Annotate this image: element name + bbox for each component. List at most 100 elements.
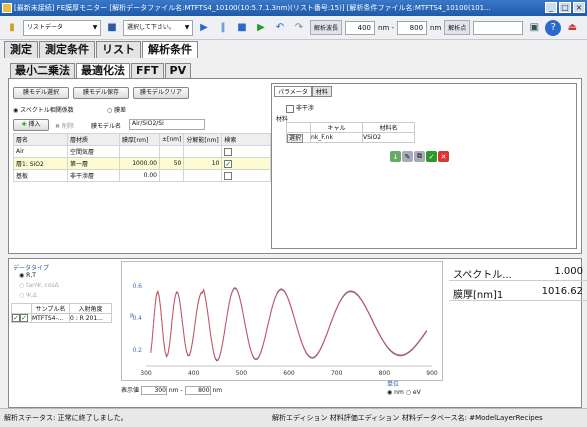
search-checkbox-cell[interactable]: ✓: [221, 157, 271, 170]
material-select-button[interactable]: 選択: [287, 134, 304, 143]
sample-name-cell[interactable]: MTFTS4-...: [31, 313, 70, 323]
tab-analysis-conditions[interactable]: 解析条件: [142, 41, 198, 58]
save-icon[interactable]: ■: [104, 20, 120, 36]
search-checkbox-cell[interactable]: [221, 145, 271, 158]
model-save-button[interactable]: 膜モデル保存: [73, 87, 129, 99]
download-icon[interactable]: ↓: [390, 151, 401, 162]
search-checkbox[interactable]: [224, 147, 233, 156]
result-row-spectrum: スペクトル... 1.000: [449, 263, 587, 281]
maximize-button[interactable]: □: [559, 2, 571, 13]
select-combo[interactable]: 選択して下さい。 ▼: [123, 19, 193, 36]
pause-icon[interactable]: ‖: [215, 20, 231, 36]
table-cell[interactable]: 空間気層: [67, 145, 120, 158]
model-name-label: 膜モデル名: [91, 123, 122, 130]
layer-grid: 層名 層材质 膜厚[nm] ±[nm] 分解能[nm] 検索 Air 空間気層 層1…: [13, 133, 271, 182]
material-file-cell[interactable]: nk_F.nk: [310, 132, 363, 143]
analysis-point-input[interactable]: [473, 20, 524, 35]
folder-icon[interactable]: ▮: [4, 20, 20, 36]
table-cell[interactable]: [158, 145, 185, 158]
table-cell[interactable]: Air: [13, 145, 68, 158]
table-cell[interactable]: 非干渉層: [67, 169, 120, 182]
model-name-field[interactable]: Air/SiO2/Si: [129, 119, 205, 130]
tab-measure-conditions[interactable]: 測定条件: [39, 41, 95, 58]
display-range-label: 表示値: [121, 387, 140, 394]
tab-measure[interactable]: 測定: [4, 41, 38, 58]
report-icon[interactable]: ▣: [526, 20, 542, 36]
table-row[interactable]: 層1: SiO2 第一層 1000.00 50 10 ✓: [13, 157, 271, 170]
radio-tanpsi[interactable]: ○ tanΨ, cosΔ: [19, 282, 59, 289]
insert-button[interactable]: ✚ 挿入: [13, 119, 49, 131]
app-icon: [2, 3, 12, 13]
material-name-cell[interactable]: VSiO2: [362, 132, 415, 143]
radio-psidelta[interactable]: ○ Ψ,Δ: [19, 292, 37, 299]
table-cell[interactable]: [183, 145, 223, 158]
table-row[interactable]: Air 空間気層: [13, 145, 271, 158]
wl-max-input[interactable]: 800: [397, 20, 428, 35]
tab-material[interactable]: 材料: [311, 86, 332, 97]
copy-icon[interactable]: ⧉: [414, 151, 425, 162]
unit-label: 単位: [387, 381, 400, 388]
wl-min-input[interactable]: 400: [345, 20, 376, 35]
delete-button[interactable]: ✖ 削除: [55, 121, 74, 130]
search-checkbox-cell[interactable]: [221, 169, 271, 182]
sample-checkbox[interactable]: ✓: [12, 314, 20, 322]
tab-fft[interactable]: FFT: [131, 63, 164, 78]
run-icon[interactable]: ▶: [253, 20, 269, 36]
y-tick-label: 0.6: [132, 283, 142, 290]
grid-header: ±[nm]: [158, 133, 185, 146]
radio-film[interactable]: ○ 膜差: [107, 105, 126, 114]
x-tick-label: 300: [140, 370, 152, 377]
x-tick-label: 400: [188, 370, 200, 377]
redo-icon[interactable]: ↷: [291, 20, 307, 36]
tab-parameter[interactable]: パラメータ: [274, 86, 312, 97]
sample-angle-cell[interactable]: 0 : R 201...: [69, 313, 112, 323]
noninterference-checkbox[interactable]: 非干渉: [286, 103, 314, 113]
table-cell[interactable]: 0.00: [119, 169, 160, 182]
table-row[interactable]: 基板 非干渉層 0.00: [13, 169, 271, 182]
undo-icon[interactable]: ↶: [272, 20, 288, 36]
close-button[interactable]: ×: [573, 2, 585, 13]
material-table: キャル 材料名 選択 nk_F.nk VSiO2: [286, 122, 415, 143]
radio-rt[interactable]: ◉ R,T: [19, 272, 36, 279]
radio-ev[interactable]: ○ eV: [406, 389, 421, 396]
grid-header: 膜厚[nm]: [119, 133, 160, 146]
list-data-combo[interactable]: リストデータ ▼: [23, 19, 101, 36]
edit-icon[interactable]: ✎: [402, 151, 413, 162]
search-checkbox[interactable]: ✓: [224, 159, 233, 168]
table-cell[interactable]: 第一層: [67, 157, 120, 170]
table-cell[interactable]: [158, 169, 185, 182]
table-cell[interactable]: 基板: [13, 169, 68, 182]
result-row-thickness: 膜厚[nm]1 1016.62: [449, 283, 587, 301]
chevron-down-icon: ▼: [184, 23, 190, 31]
check-icon[interactable]: ✓: [426, 151, 437, 162]
table-cell[interactable]: [183, 169, 223, 182]
tab-list[interactable]: リスト: [96, 41, 141, 58]
play-icon[interactable]: ▶: [196, 20, 212, 36]
table-cell[interactable]: 1000.00: [119, 157, 160, 170]
tab-least-squares[interactable]: 最小二乗法: [10, 63, 75, 78]
minimize-button[interactable]: _: [545, 2, 557, 13]
x-tick-label: 500: [236, 370, 248, 377]
table-cell[interactable]: 10: [183, 157, 223, 170]
table-cell[interactable]: 層1: SiO2: [13, 157, 68, 170]
model-select-button[interactable]: 膜モデル選択: [13, 87, 69, 99]
tab-pv[interactable]: PV: [164, 63, 192, 78]
tab-optimization[interactable]: 最適化法: [76, 63, 130, 78]
display-max-input[interactable]: 800: [184, 386, 211, 395]
radio-nm[interactable]: ◉ nm: [387, 389, 404, 396]
search-checkbox[interactable]: [224, 171, 233, 180]
spectrum-chart[interactable]: 300 400 500 600 700 800 9000.60.40.2R: [121, 261, 443, 381]
table-cell[interactable]: 50: [158, 157, 185, 170]
table-cell[interactable]: [119, 145, 160, 158]
cancel-icon[interactable]: ✕: [438, 151, 449, 162]
exit-icon[interactable]: ⏏: [564, 20, 580, 36]
display-min-input[interactable]: 300: [140, 386, 167, 395]
sample-checkbox-2[interactable]: ✓: [20, 314, 28, 322]
radio-spectrum[interactable]: ◉ スペクトル相関係数: [13, 105, 74, 114]
stop-icon[interactable]: ■: [234, 20, 250, 36]
sample-col-name: サンプル名: [31, 303, 70, 314]
model-clear-button[interactable]: 膜モデルクリア: [133, 87, 189, 99]
bottom-panel: データタイプ ◉ R,T ○ tanΨ, cosΔ ○ Ψ,Δ サンプル名 入射角…: [8, 258, 587, 408]
help-icon[interactable]: ?: [545, 19, 562, 36]
result-label: スペクトル...: [453, 270, 512, 281]
